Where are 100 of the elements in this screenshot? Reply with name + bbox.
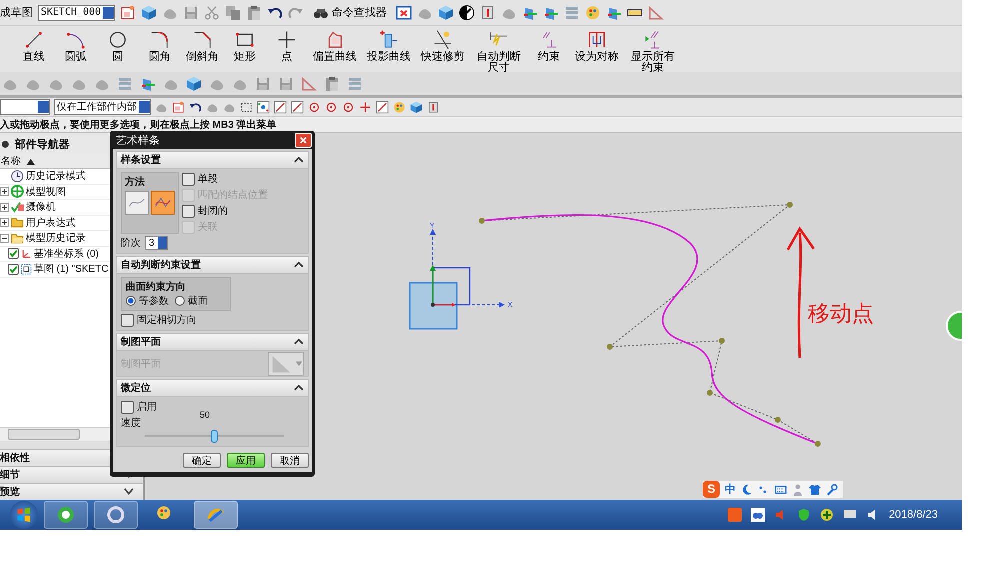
floppy-icon[interactable] (255, 76, 271, 92)
curve-method-button[interactable] (125, 191, 149, 215)
checkbox[interactable] (182, 204, 195, 218)
control-point[interactable] (775, 417, 781, 423)
person-icon[interactable] (792, 484, 804, 496)
taskbar-app[interactable] (44, 501, 88, 529)
start-button[interactable] (10, 501, 38, 529)
box-icon[interactable] (480, 4, 496, 20)
checkbox[interactable] (121, 314, 134, 326)
cube-icon[interactable] (186, 76, 202, 92)
ribbon-button[interactable]: 显示所有约束 (625, 26, 681, 72)
tree-item[interactable]: 草图 (1) "SKETC (34, 262, 109, 276)
expander-icon[interactable] (0, 218, 9, 228)
ribbon-button[interactable]: 偏置曲线 (309, 26, 361, 72)
diag-icon[interactable] (291, 100, 304, 114)
dialog-button[interactable]: 取消 (271, 453, 309, 468)
scissors-icon[interactable] (204, 4, 220, 20)
expander-icon[interactable] (0, 234, 9, 243)
panel-title[interactable]: 预览 (0, 485, 20, 499)
cloud-icon[interactable] (751, 508, 766, 522)
chevron-down-icon[interactable] (123, 487, 135, 497)
ribbon-button[interactable]: 圆 (98, 26, 138, 72)
tree-item[interactable]: 用户表达式 (26, 216, 76, 230)
finish-sketch-label[interactable]: 成草图 (0, 5, 33, 20)
pole-method-button[interactable] (151, 191, 175, 215)
scope-dropdown[interactable]: 仅在工作部件内部 (54, 99, 151, 115)
marquee-icon[interactable] (240, 100, 253, 114)
crosshair-icon[interactable] (325, 100, 338, 114)
cube-icon[interactable] (141, 4, 158, 20)
keyboard-icon[interactable] (775, 484, 787, 496)
floppy-icon[interactable] (278, 76, 294, 92)
section-title[interactable]: 微定位 (121, 381, 151, 395)
cube-icon[interactable] (438, 4, 454, 20)
control-point[interactable] (815, 441, 821, 447)
palette-icon[interactable] (393, 100, 406, 114)
slider-thumb[interactable] (210, 430, 218, 443)
undo-icon[interactable] (189, 100, 202, 114)
cube-icon[interactable] (410, 100, 423, 114)
tree-item[interactable]: 历史记录模式 (26, 169, 86, 184)
triangle-icon[interactable] (648, 4, 664, 20)
ime-mode[interactable]: 中 (725, 482, 736, 497)
sort-ascending-icon[interactable] (27, 158, 35, 164)
plus-circle-icon[interactable] (820, 508, 834, 522)
checkbox[interactable] (8, 264, 19, 275)
collapse-icon[interactable] (294, 338, 304, 346)
window-icon[interactable] (396, 4, 412, 20)
ime-tray-icon[interactable] (728, 508, 742, 522)
triangle-icon[interactable] (301, 76, 317, 92)
radio-button[interactable] (175, 296, 185, 306)
palette-icon[interactable] (585, 4, 602, 20)
panel-title[interactable]: 相依性 (0, 451, 30, 465)
tree-item[interactable]: 模型视图 (26, 184, 66, 199)
diag-icon[interactable] (274, 100, 287, 114)
scrollbar-thumb[interactable] (8, 429, 80, 440)
floppy-icon[interactable] (183, 4, 200, 20)
copy-icon[interactable] (225, 4, 242, 20)
collapse-icon[interactable] (294, 384, 304, 392)
checkbox[interactable] (8, 248, 19, 260)
checkbox[interactable] (182, 172, 195, 186)
expander-icon[interactable] (0, 202, 9, 212)
crosshair-icon[interactable] (308, 100, 321, 114)
ribbon-button[interactable]: 设为对称 (571, 26, 623, 72)
degree-spinner[interactable]: 3 (145, 236, 168, 250)
ribbon-button[interactable]: 点 (267, 26, 307, 72)
panel-title[interactable]: 细节 (0, 468, 20, 482)
tree-item[interactable]: 基准坐标系 (0) (34, 246, 99, 261)
ribbon-button[interactable]: 倒斜角 (182, 26, 223, 72)
name-column-header[interactable]: 名称 (1, 155, 21, 168)
command-finder-button[interactable]: 命令查找器 (309, 4, 392, 20)
taskbar-app[interactable] (94, 501, 138, 529)
shirt-icon[interactable] (809, 484, 821, 496)
ribbon-button[interactable]: 直线 (14, 26, 54, 72)
sketchbox-icon[interactable] (172, 100, 185, 114)
shaded-icon[interactable] (459, 4, 476, 20)
dialog-button[interactable]: 确定 (183, 453, 221, 468)
ribbon-button[interactable]: 矩形 (225, 26, 265, 72)
radio-button[interactable] (126, 296, 136, 306)
type-filter-dropdown[interactable] (0, 99, 50, 115)
filter-icon[interactable] (257, 100, 270, 114)
clipboard-icon[interactable] (246, 4, 262, 20)
checkbox[interactable] (121, 400, 134, 414)
ribbon-button[interactable]: 约束 (529, 26, 569, 72)
close-icon[interactable] (295, 132, 312, 148)
box-icon[interactable] (427, 100, 440, 114)
collapse-icon[interactable] (294, 261, 304, 269)
shield-icon[interactable] (797, 508, 812, 522)
tree-item[interactable]: 摄像机 (26, 200, 56, 214)
collapse-icon[interactable] (294, 156, 304, 164)
sketch-dropdown[interactable]: SKETCH_000 (38, 4, 116, 20)
section-title[interactable]: 样条设置 (121, 153, 161, 167)
control-point[interactable] (719, 338, 725, 344)
plus-icon[interactable] (359, 100, 372, 114)
moon-icon[interactable] (741, 484, 753, 496)
sketchbox-icon[interactable] (120, 4, 136, 20)
control-point[interactable] (707, 390, 713, 396)
control-point[interactable] (607, 344, 613, 350)
ribbon-button[interactable]: 投影曲线 (363, 26, 415, 72)
crosshair-icon[interactable] (342, 100, 355, 114)
dialog-button[interactable]: 应用 (227, 453, 265, 468)
section-title[interactable]: 制图平面 (121, 335, 161, 349)
